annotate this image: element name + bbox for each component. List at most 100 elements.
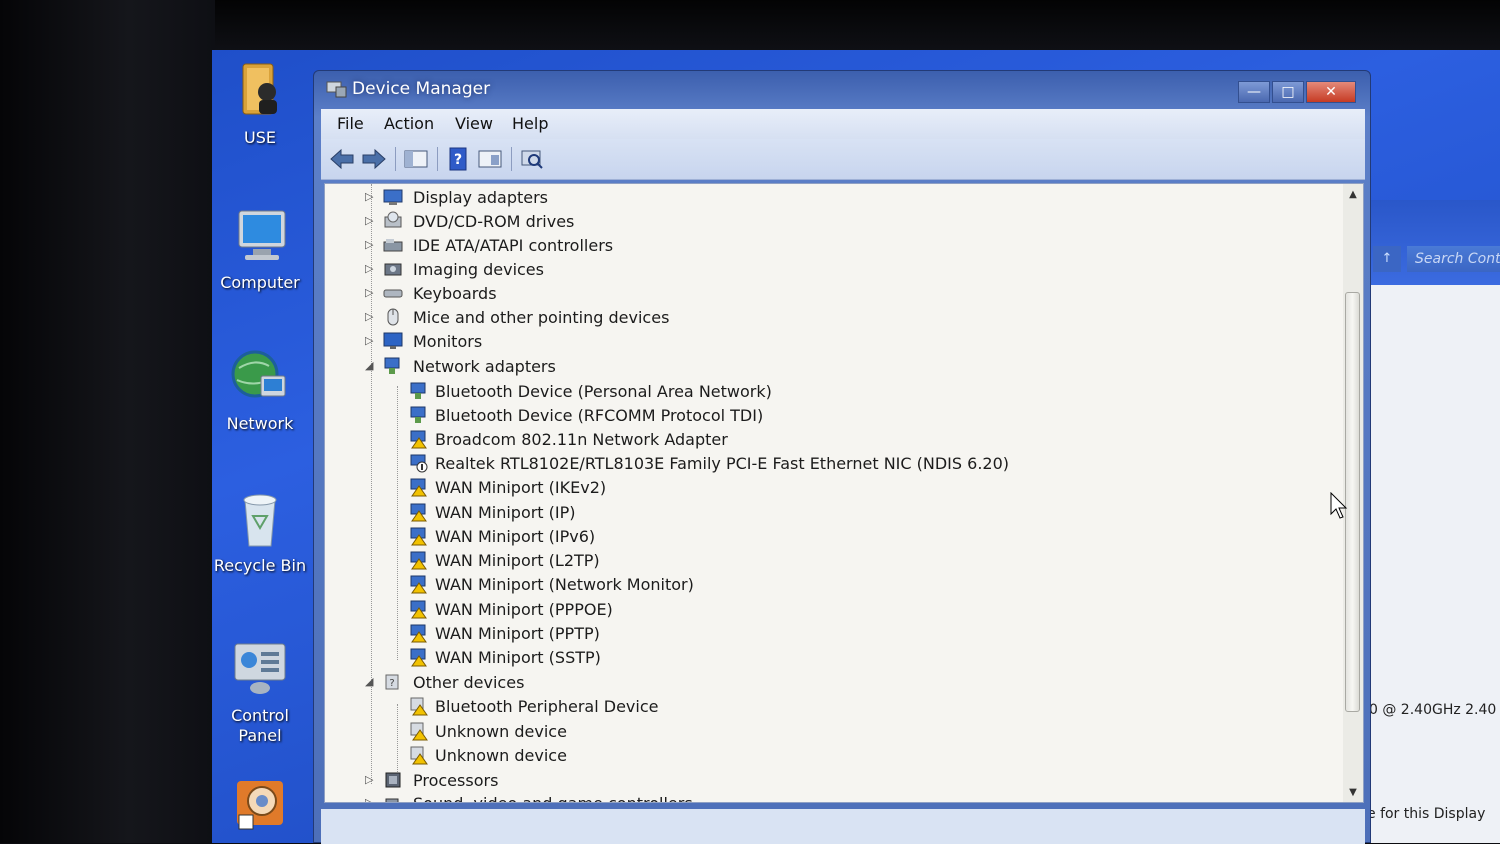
monitor-bezel-left bbox=[0, 0, 215, 843]
menu-action[interactable]: Action bbox=[384, 114, 434, 133]
desktop-icon-computer[interactable]: Computer bbox=[212, 205, 308, 293]
tree-item-label: IDE ATA/ATAPI controllers bbox=[413, 236, 614, 255]
tree-item-label: Mice and other pointing devices bbox=[413, 308, 670, 327]
mouse-cursor-icon bbox=[1330, 491, 1350, 520]
close-button[interactable]: ✕ bbox=[1306, 81, 1356, 103]
tree-item-label: WAN Miniport (PPTP) bbox=[435, 624, 600, 643]
collapse-arrow-icon[interactable]: ◢ bbox=[365, 359, 377, 373]
menu-file[interactable]: File bbox=[337, 114, 364, 133]
keyboard-icon bbox=[383, 283, 403, 303]
tree-item-label: DVD/CD-ROM drives bbox=[413, 212, 575, 231]
computer-icon bbox=[229, 205, 291, 267]
tree-item-label: WAN Miniport (PPPOE) bbox=[435, 600, 613, 619]
tree-item-label: WAN Miniport (L2TP) bbox=[435, 551, 600, 570]
menu-view[interactable]: View bbox=[455, 114, 493, 133]
scroll-down-arrow-icon[interactable]: ▼ bbox=[1343, 784, 1363, 802]
expand-arrow-icon[interactable]: ▷ bbox=[365, 262, 377, 276]
display-link-text[interactable]: e for this Display bbox=[1367, 806, 1485, 822]
desktop-icon-shortcut[interactable] bbox=[212, 775, 308, 843]
expand-arrow-icon[interactable]: ▷ bbox=[365, 238, 377, 252]
network-adapter-icon bbox=[409, 381, 429, 401]
recycle-bin-icon bbox=[229, 488, 291, 550]
unknown-device-warning-icon bbox=[409, 721, 429, 741]
scan-hardware-icon[interactable] bbox=[519, 147, 545, 171]
expand-arrow-icon[interactable]: ▷ bbox=[365, 773, 377, 787]
network-adapter-icon bbox=[409, 405, 429, 425]
monitor-icon bbox=[383, 331, 403, 351]
network-adapter-disabled-icon bbox=[409, 453, 429, 473]
network-adapter-icon bbox=[383, 356, 403, 376]
toolbar-separator bbox=[395, 147, 396, 171]
forward-arrow-icon[interactable] bbox=[361, 147, 387, 171]
network-adapter-warning-icon bbox=[409, 526, 429, 546]
network-globe-icon bbox=[229, 346, 291, 408]
network-adapter-warning-icon bbox=[409, 647, 429, 667]
network-adapter-warning-icon bbox=[409, 477, 429, 497]
tree-item-label: Display adapters bbox=[413, 188, 549, 207]
tree-item-label: Network adapters bbox=[413, 357, 556, 376]
control-panel-icon bbox=[229, 638, 291, 700]
tree-item-label: Broadcom 802.11n Network Adapter bbox=[435, 430, 728, 449]
properties-icon[interactable] bbox=[477, 147, 503, 171]
expand-arrow-icon[interactable]: ▷ bbox=[365, 310, 377, 324]
tree-item-label: WAN Miniport (Network Monitor) bbox=[435, 575, 694, 594]
tree-guide-line bbox=[397, 386, 398, 660]
search-input[interactable]: Search Contr bbox=[1407, 246, 1500, 272]
collapse-arrow-icon[interactable]: ◢ bbox=[365, 675, 377, 689]
tree-item-label: Sound, video and game controllers bbox=[413, 794, 693, 802]
maximize-button[interactable]: □ bbox=[1272, 81, 1304, 103]
desktop-icon-control-panel[interactable]: Control Panel bbox=[212, 638, 308, 746]
imaging-device-icon bbox=[383, 259, 403, 279]
unknown-device-warning-icon bbox=[409, 745, 429, 765]
dvd-drive-icon bbox=[383, 211, 403, 231]
svg-text:?: ? bbox=[389, 678, 394, 689]
console-tree-icon[interactable] bbox=[403, 147, 429, 171]
tree-item-label: Unknown device bbox=[435, 722, 567, 741]
desktop-icon-label: Recycle Bin bbox=[213, 556, 307, 575]
expand-arrow-icon[interactable]: ▷ bbox=[365, 214, 377, 228]
tree-item-label: Keyboards bbox=[413, 284, 497, 303]
tree-item-label: Other devices bbox=[413, 673, 525, 692]
tree-item-label: WAN Miniport (IKEv2) bbox=[435, 478, 607, 497]
tree-item-label: WAN Miniport (SSTP) bbox=[435, 648, 601, 667]
toolbar-separator bbox=[511, 147, 512, 171]
network-adapter-warning-icon bbox=[409, 574, 429, 594]
network-adapter-warning-icon bbox=[409, 599, 429, 619]
tree-item-label: WAN Miniport (IP) bbox=[435, 503, 576, 522]
sound-controller-icon bbox=[383, 793, 403, 802]
desktop-icon-use[interactable]: USE bbox=[212, 60, 308, 148]
tree-guide-line bbox=[397, 704, 398, 778]
up-level-button[interactable]: ↑ bbox=[1373, 246, 1401, 272]
expand-arrow-icon[interactable]: ▷ bbox=[365, 190, 377, 204]
tree-item-label: Realtek RTL8102E/RTL8103E Family PCI-E F… bbox=[435, 454, 1009, 473]
menu-help[interactable]: Help bbox=[512, 114, 548, 133]
desktop-icon-label: Computer bbox=[220, 273, 300, 292]
tree-item-label: Bluetooth Device (RFCOMM Protocol TDI) bbox=[435, 406, 764, 425]
expand-arrow-icon[interactable]: ▷ bbox=[365, 334, 377, 348]
help-icon[interactable]: ? bbox=[445, 147, 471, 171]
processor-speed-text: 0 @ 2.40GHz 2.40 bbox=[1369, 702, 1497, 718]
processor-icon bbox=[383, 770, 403, 790]
expand-arrow-icon[interactable]: ▷ bbox=[365, 796, 377, 802]
desktop-icon-recycle-bin[interactable]: Recycle Bin bbox=[212, 488, 308, 576]
network-adapter-warning-icon bbox=[409, 550, 429, 570]
expand-arrow-icon[interactable]: ▷ bbox=[365, 286, 377, 300]
tree-item-label: Processors bbox=[413, 771, 499, 790]
title-bar[interactable]: Device Manager — □ ✕ bbox=[314, 71, 1370, 111]
other-devices-icon: ? bbox=[383, 672, 403, 692]
network-adapter-warning-icon bbox=[409, 429, 429, 449]
scroll-up-arrow-icon[interactable]: ▲ bbox=[1343, 186, 1363, 204]
folder-user-icon bbox=[229, 60, 291, 122]
tree-item-label: WAN Miniport (IPv6) bbox=[435, 527, 596, 546]
back-arrow-icon[interactable] bbox=[329, 147, 355, 171]
ide-controller-icon bbox=[383, 235, 403, 255]
device-manager-icon bbox=[326, 79, 348, 99]
minimize-button[interactable]: — bbox=[1238, 81, 1270, 103]
desktop-icon-network[interactable]: Network bbox=[212, 346, 308, 434]
network-adapter-warning-icon bbox=[409, 623, 429, 643]
status-bar bbox=[321, 809, 1365, 844]
background-window-header bbox=[1365, 200, 1500, 285]
tree-item-label: Bluetooth Device (Personal Area Network) bbox=[435, 382, 772, 401]
tree-item-label: Unknown device bbox=[435, 746, 567, 765]
desktop-icon-label: USE bbox=[244, 128, 276, 147]
